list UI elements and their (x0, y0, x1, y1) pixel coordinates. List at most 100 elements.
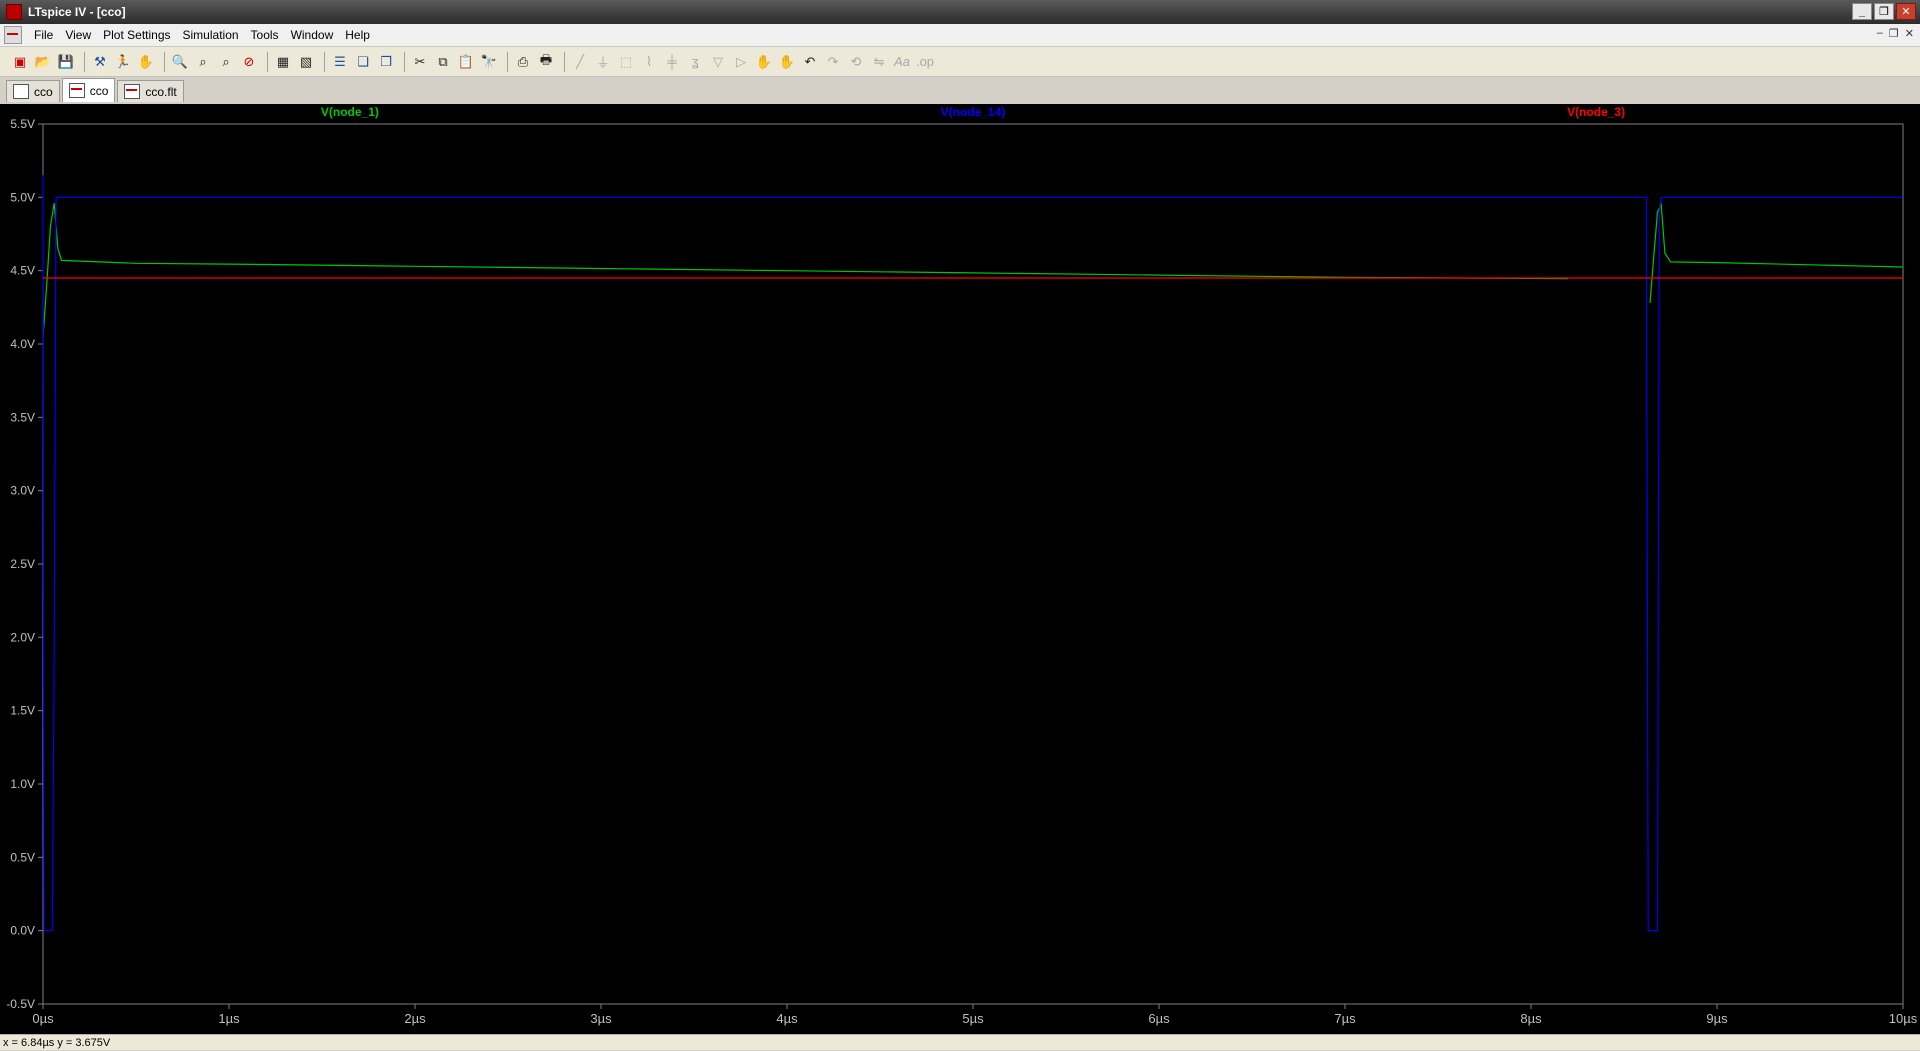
menu-simulation[interactable]: Simulation (177, 24, 245, 46)
trace-v-node-1- (42, 202, 1904, 337)
mirror-icon[interactable]: ⇋ (869, 52, 889, 72)
capacitor-icon[interactable]: ╪ (662, 52, 682, 72)
x-tick-label: 4µs (776, 1011, 798, 1026)
ltspice-app-icon (6, 4, 22, 20)
document-tabs: cco cco cco.flt (0, 78, 1920, 102)
close-button[interactable]: ✕ (1896, 3, 1916, 20)
y-tick-label: 3.5V (10, 410, 35, 424)
run-icon[interactable]: 🏃 (113, 52, 133, 72)
menu-file[interactable]: File (28, 24, 59, 46)
x-tick-label: 5µs (962, 1011, 984, 1026)
find-icon[interactable]: 🔭 (479, 52, 499, 72)
cut-icon[interactable]: ✂ (410, 52, 430, 72)
y-tick-label: 5.5V (10, 117, 35, 131)
tab-cco-flt[interactable]: cco.flt (117, 80, 184, 102)
x-tick-label: 6µs (1148, 1011, 1170, 1026)
control-panel-icon[interactable]: ⚒ (90, 52, 110, 72)
print-icon[interactable]: 🖶 (536, 52, 556, 72)
status-bar: x = 6.84µs y = 3.675V (0, 1034, 1920, 1050)
new-schematic-icon[interactable]: ▣ (10, 52, 30, 72)
x-tick-label: 8µs (1520, 1011, 1542, 1026)
menu-view[interactable]: View (59, 24, 97, 46)
y-tick-label: 3.0V (10, 484, 35, 498)
x-tick-label: 2µs (404, 1011, 426, 1026)
waveform-icon (124, 84, 141, 99)
tab-label: cco (34, 84, 53, 99)
legend-entry-v-node-14-: V(node_14) (941, 105, 1006, 119)
paste-icon[interactable]: 📋 (456, 52, 476, 72)
legend-entry-v-node-1-: V(node_1) (321, 105, 379, 119)
inductor-icon[interactable]: ʓ (685, 52, 705, 72)
save-icon[interactable]: 💾 (56, 52, 76, 72)
rotate-icon[interactable]: ⟲ (846, 52, 866, 72)
y-tick-label: 2.0V (10, 630, 35, 644)
open-icon[interactable]: 📂 (33, 52, 53, 72)
diode-icon[interactable]: ▽ (708, 52, 728, 72)
y-tick-label: 4.5V (10, 264, 35, 278)
spice-directive-icon[interactable]: .op (915, 52, 935, 72)
menu-help[interactable]: Help (339, 24, 376, 46)
x-tick-label: 9µs (1706, 1011, 1728, 1026)
tile-horizontal-icon[interactable]: ☰ (330, 52, 350, 72)
wire-icon[interactable]: ╱ (570, 52, 590, 72)
copy-icon[interactable]: ⧉ (433, 52, 453, 72)
document-menu-icon[interactable] (4, 26, 22, 44)
zoom-reset-icon[interactable]: ⊘ (239, 52, 259, 72)
legend-entry-v-node-3-: V(node_3) (1567, 105, 1625, 119)
waveform-icon (68, 83, 85, 98)
menu-tools[interactable]: Tools (245, 24, 285, 46)
y-tick-label: 0.0V (10, 924, 35, 938)
tab-cco-schematic[interactable]: cco (6, 80, 60, 102)
drag-icon[interactable]: ✋ (777, 52, 797, 72)
x-tick-label: 7µs (1334, 1011, 1356, 1026)
text-icon[interactable]: Aa (892, 52, 912, 72)
label-icon[interactable]: ⬚ (616, 52, 636, 72)
zoom-in-icon[interactable]: 🔍 (170, 52, 190, 72)
y-tick-label: -0.5V (6, 997, 35, 1011)
y-tick-label: 1.5V (10, 704, 35, 718)
window-title: LTspice IV - [cco] (28, 5, 126, 19)
menu-window[interactable]: Window (285, 24, 340, 46)
redo-icon[interactable]: ↷ (823, 52, 843, 72)
x-tick-label: 3µs (590, 1011, 612, 1026)
tab-label: cco.flt (145, 84, 177, 99)
resistor-icon[interactable]: ⌇ (639, 52, 659, 72)
waveform-plot-pane[interactable]: 5.5V 5.0V 4.5V 4.0V 3.5V 3.0V 2.5V 2.0V 1.5V 1.0V… (0, 104, 1920, 1034)
menu-bar: File View Plot Settings Simulation Tools… (0, 24, 1920, 47)
y-tick-label: 4.0V (10, 337, 35, 351)
child-minimize-button[interactable]: – (1877, 27, 1883, 40)
waveform-plot[interactable]: 5.5V 5.0V 4.5V 4.0V 3.5V 3.0V 2.5V 2.0V 1.5V 1.0V… (0, 104, 1920, 1034)
trace-v-node-14- (42, 175, 1903, 932)
y-tick-label: 1.0V (10, 777, 35, 791)
tab-cco-waveform[interactable]: cco (61, 78, 116, 102)
tile-vertical-icon[interactable]: ❐ (376, 52, 396, 72)
undo-icon[interactable]: ↶ (800, 52, 820, 72)
halt-icon[interactable]: ✋ (136, 52, 156, 72)
plot-frame (42, 123, 1904, 1005)
ground-icon[interactable]: ⏚ (593, 52, 613, 72)
cursor-readout: x = 6.84µs y = 3.675V (3, 1037, 111, 1049)
x-tick-label: 0µs (32, 1011, 54, 1026)
minimize-button[interactable]: _ (1852, 3, 1872, 20)
tab-label: cco (89, 83, 109, 98)
child-restore-button[interactable]: ❐ (1889, 27, 1899, 40)
toolbar: ▣ 📂 💾 ⚒ 🏃 ✋ 🔍 ⌕ ⌕ ⊘ ▦ ▧ ☰ ❏ ❐ ✂ ⧉ 📋 🔭 ⎙ … (0, 47, 1920, 77)
autorange-icon[interactable]: ▦ (273, 52, 293, 72)
print-preview-icon[interactable]: ⎙ (513, 52, 533, 72)
x-tick-label: 1µs (218, 1011, 240, 1026)
schematic-icon (13, 84, 29, 99)
x-tick-label: 10µs (1889, 1011, 1918, 1026)
child-close-button[interactable]: ✕ (1905, 27, 1914, 40)
zoom-out-icon[interactable]: ⌕ (216, 52, 236, 72)
maximize-button[interactable]: ❐ (1874, 3, 1894, 20)
y-tick-label: 0.5V (10, 850, 35, 864)
y-tick-label: 2.5V (10, 557, 35, 571)
cascade-icon[interactable]: ❏ (353, 52, 373, 72)
delete-trace-icon[interactable]: ▧ (296, 52, 316, 72)
title-bar: LTspice IV - [cco] _ ❐ ✕ (0, 0, 1920, 24)
menu-plot-settings[interactable]: Plot Settings (97, 24, 176, 46)
y-tick-label: 5.0V (10, 190, 35, 204)
move-icon[interactable]: ✋ (754, 52, 774, 72)
zoom-fit-icon[interactable]: ⌕ (193, 52, 213, 72)
component-icon[interactable]: ▷ (731, 52, 751, 72)
